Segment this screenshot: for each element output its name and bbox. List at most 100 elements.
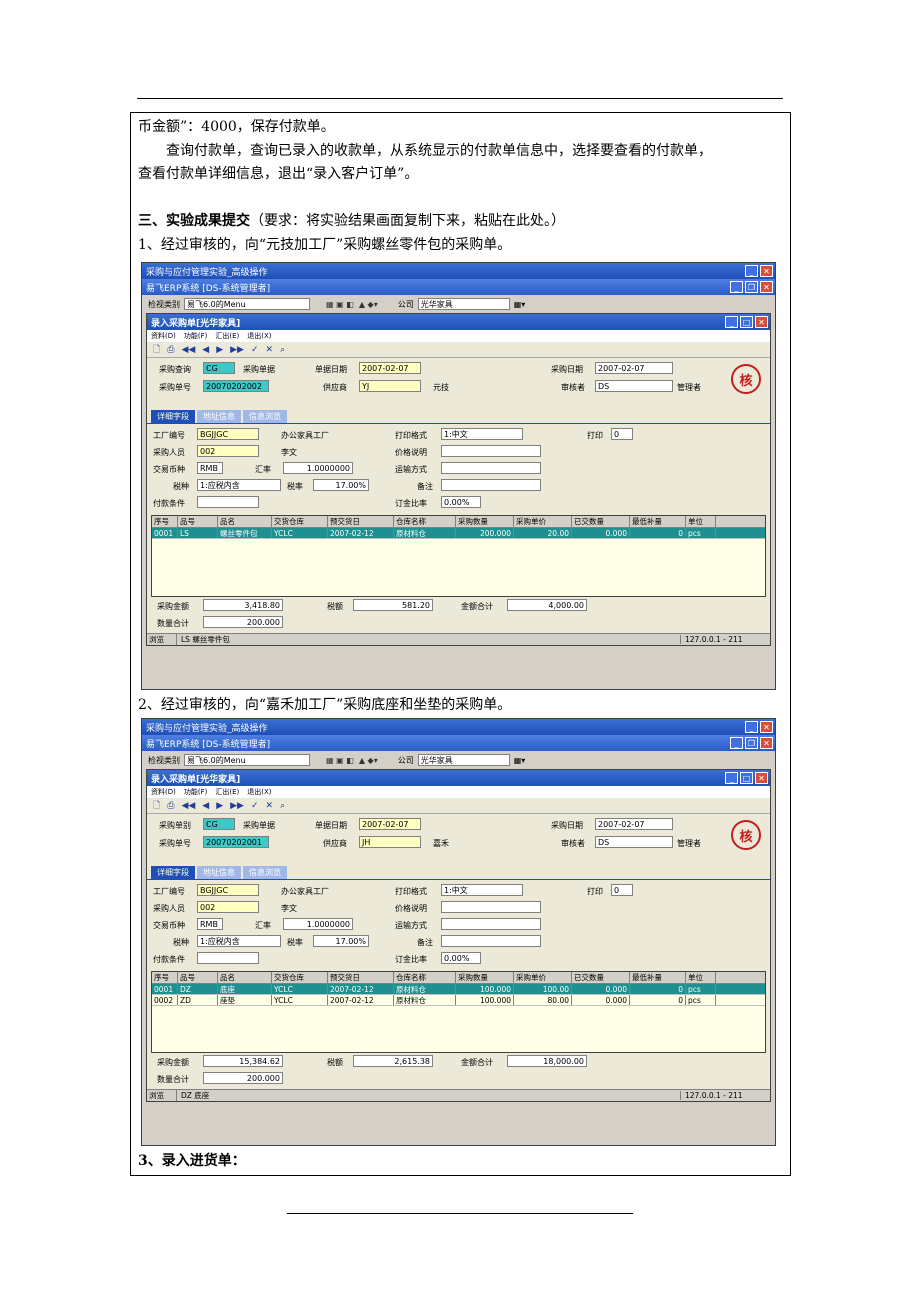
close-button[interactable]: ✕	[755, 772, 768, 784]
supplier-field[interactable]: JH	[359, 836, 421, 848]
column-header[interactable]: 仓库名称	[394, 516, 456, 527]
type-field[interactable]: CG	[203, 362, 235, 374]
table-row[interactable]: 0002 ZD 座垫 YCLC 2007-02-12 原材料仓 100.000 80.00 0.…	[152, 995, 765, 1006]
taxtype-select[interactable]: 1:应税内含	[197, 479, 281, 491]
menu-item[interactable]: 资料(D)	[151, 331, 176, 341]
minimize-button[interactable]: _	[745, 265, 758, 277]
confirm-icon[interactable]: ✓	[251, 345, 259, 355]
tab[interactable]: 地址信息	[197, 410, 241, 423]
column-header[interactable]: 最低补量	[630, 516, 686, 527]
column-header[interactable]: 已交数量	[572, 972, 630, 983]
taxrate-field[interactable]: 17.00%	[313, 479, 369, 491]
nav-last-icon[interactable]: ▶▶	[230, 801, 244, 811]
date-field[interactable]: 2007-02-07	[359, 362, 421, 374]
column-header[interactable]: 品名	[218, 516, 272, 527]
deposit-field[interactable]: 0.00%	[441, 952, 481, 964]
column-header[interactable]: 交货仓库	[272, 972, 328, 983]
menu-item[interactable]: 退出(X)	[247, 331, 271, 341]
buyer-field[interactable]: 002	[197, 445, 259, 457]
pdate-field[interactable]: 2007-02-07	[595, 818, 673, 830]
close-button[interactable]: ✕	[760, 737, 773, 749]
menu-item[interactable]: 功能(F)	[184, 787, 208, 797]
column-header[interactable]: 单位	[686, 972, 716, 983]
payterm-field[interactable]	[197, 496, 259, 508]
currency-field[interactable]: RMB	[197, 462, 223, 474]
printfmt-select[interactable]: 1:中文	[441, 428, 523, 440]
column-header[interactable]: 序号	[152, 972, 178, 983]
price-field[interactable]	[441, 445, 541, 457]
rate-field[interactable]: 1.0000000	[283, 918, 353, 930]
no-field[interactable]: 20070202002	[203, 380, 269, 392]
factory-field[interactable]: BGJJGC	[197, 428, 259, 440]
tab[interactable]: 信息浏览	[243, 410, 287, 423]
taxtype-select[interactable]: 1:应税内含	[197, 935, 281, 947]
column-header[interactable]: 交货仓库	[272, 516, 328, 527]
buyer-field[interactable]: 002	[197, 901, 259, 913]
menu-item[interactable]: 退出(X)	[247, 787, 271, 797]
remark-field[interactable]	[441, 935, 541, 947]
nav-first-icon[interactable]: ◀◀	[181, 345, 195, 355]
minimize-button[interactable]: _	[745, 721, 758, 733]
nav-last-icon[interactable]: ▶▶	[230, 345, 244, 355]
close-button[interactable]: ✕	[755, 316, 768, 328]
table-row[interactable]: 0001 LS 螺丝零件包 YCLC 2007-02-12 原材料仓 200.000 20.0…	[152, 528, 765, 539]
column-header[interactable]: 品号	[178, 516, 218, 527]
column-header[interactable]: 仓库名称	[394, 972, 456, 983]
factory-field[interactable]: BGJJGC	[197, 884, 259, 896]
minimize-button[interactable]: _	[730, 281, 743, 293]
print-icon[interactable]: ⎙	[167, 801, 174, 811]
column-header[interactable]: 采购单价	[514, 516, 572, 527]
search-icon[interactable]: ⌕	[280, 345, 285, 355]
column-header[interactable]: 采购数量	[456, 972, 514, 983]
pdate-field[interactable]: 2007-02-07	[595, 362, 673, 374]
menu-item[interactable]: 功能(F)	[184, 331, 208, 341]
tab[interactable]: 详细字段	[151, 410, 195, 423]
close-button[interactable]: ✕	[760, 281, 773, 293]
payterm-field[interactable]	[197, 952, 259, 964]
print-icon[interactable]: ⎙	[167, 345, 174, 355]
ship-field[interactable]	[441, 918, 541, 930]
nav-next-icon[interactable]: ▶	[216, 801, 223, 811]
column-header[interactable]: 预交货日	[328, 972, 394, 983]
tab[interactable]: 信息浏览	[243, 866, 287, 879]
maximize-button[interactable]: □	[740, 316, 753, 328]
company-select[interactable]: 光华家具	[417, 754, 510, 766]
cancel-icon[interactable]: ✕	[266, 345, 274, 355]
confirm-icon[interactable]: ✓	[251, 801, 259, 811]
restore-button[interactable]: ❐	[745, 281, 758, 293]
nav-next-icon[interactable]: ▶	[216, 345, 223, 355]
rate-field[interactable]: 1.0000000	[283, 462, 353, 474]
column-header[interactable]: 采购数量	[456, 516, 514, 527]
column-header[interactable]: 采购单价	[514, 972, 572, 983]
new-icon[interactable]: 🗋	[153, 798, 160, 814]
type-field[interactable]: CG	[203, 818, 235, 830]
cancel-icon[interactable]: ✕	[266, 801, 274, 811]
menu-item[interactable]: 资料(D)	[151, 787, 176, 797]
menu-item[interactable]: 汇出(E)	[215, 331, 239, 341]
no-field[interactable]: 20070202001	[203, 836, 269, 848]
minimize-button[interactable]: _	[725, 772, 738, 784]
maximize-button[interactable]: □	[740, 772, 753, 784]
nav-prev-icon[interactable]: ◀	[202, 801, 209, 811]
column-header[interactable]: 品号	[178, 972, 218, 983]
tab[interactable]: 地址信息	[197, 866, 241, 879]
column-header[interactable]: 品名	[218, 972, 272, 983]
ship-field[interactable]	[441, 462, 541, 474]
minimize-button[interactable]: _	[725, 316, 738, 328]
close-button[interactable]: ✕	[760, 721, 773, 733]
taxrate-field[interactable]: 17.00%	[313, 935, 369, 947]
minimize-button[interactable]: _	[730, 737, 743, 749]
column-header[interactable]: 序号	[152, 516, 178, 527]
restore-button[interactable]: ❐	[745, 737, 758, 749]
column-header[interactable]: 预交货日	[328, 516, 394, 527]
column-header[interactable]: 最低补量	[630, 972, 686, 983]
printfmt-select[interactable]: 1:中文	[441, 884, 523, 896]
menu-item[interactable]: 汇出(E)	[215, 787, 239, 797]
price-field[interactable]	[441, 901, 541, 913]
new-icon[interactable]: 🗋	[153, 342, 160, 358]
search-icon[interactable]: ⌕	[280, 801, 285, 811]
company-select[interactable]: 光华家具	[417, 298, 510, 310]
currency-field[interactable]: RMB	[197, 918, 223, 930]
deposit-field[interactable]: 0.00%	[441, 496, 481, 508]
nav-first-icon[interactable]: ◀◀	[181, 801, 195, 811]
